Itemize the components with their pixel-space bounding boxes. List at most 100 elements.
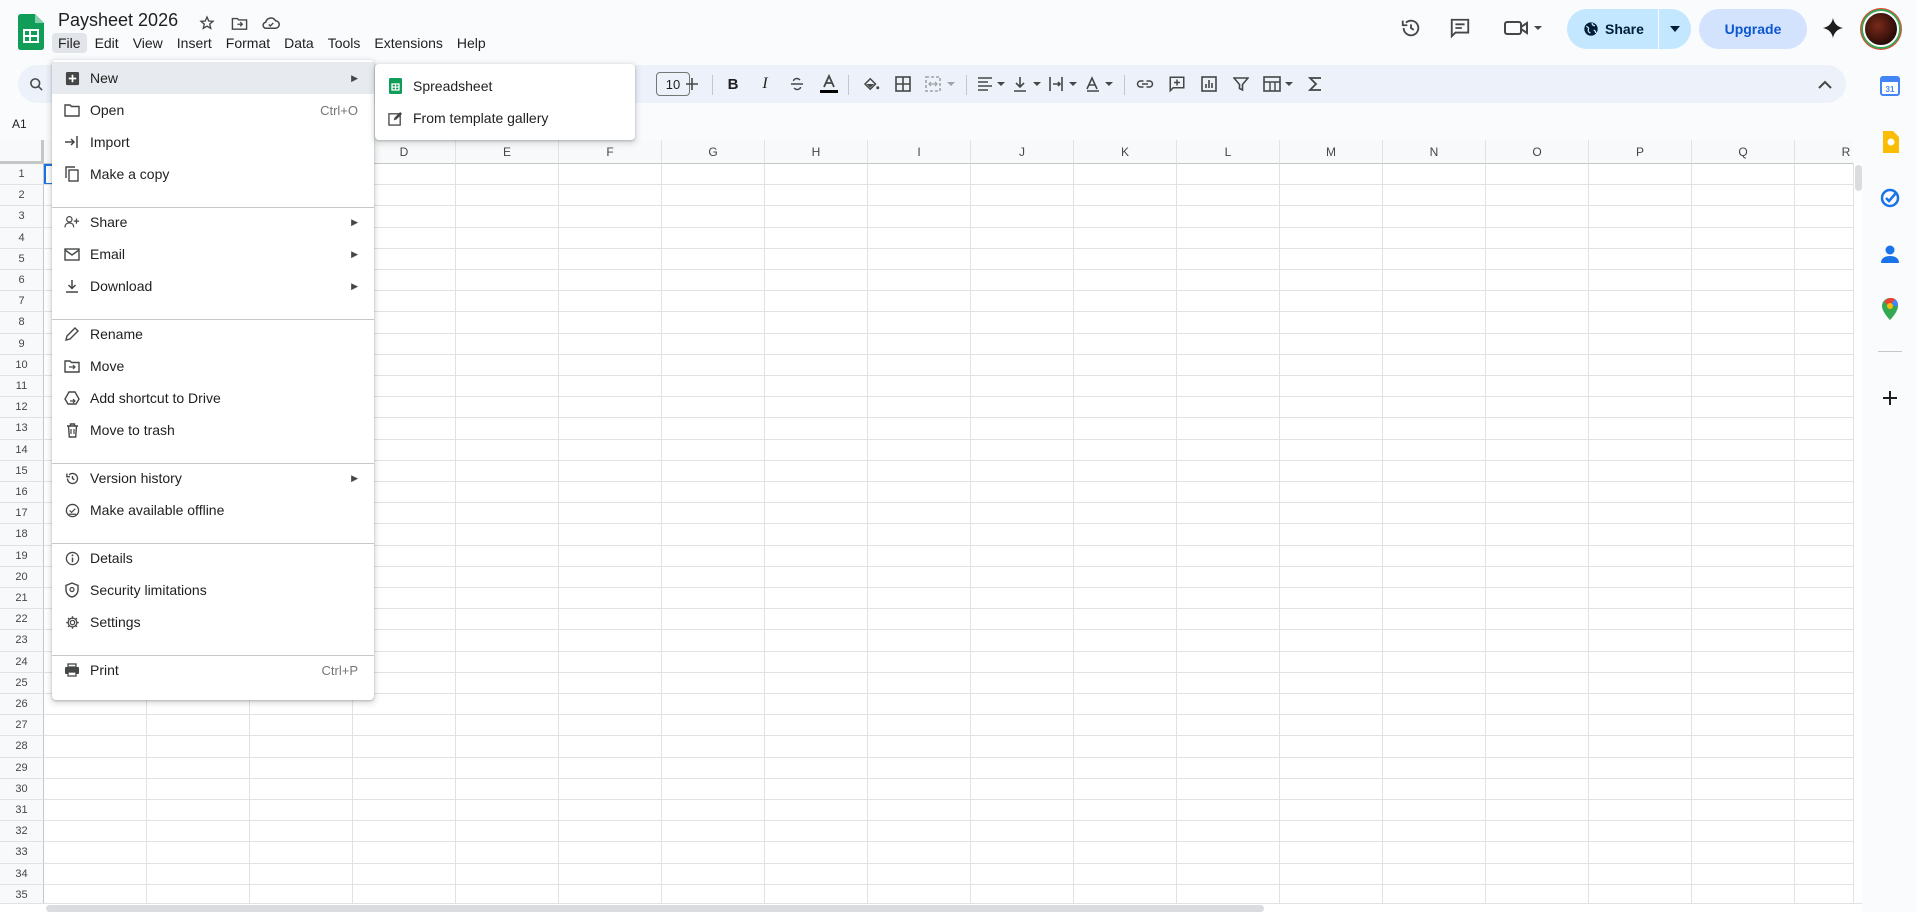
file-menu-item-version-history[interactable]: Version history ▶ <box>52 462 374 494</box>
upgrade-button[interactable]: Upgrade <box>1699 9 1807 49</box>
column-header[interactable]: G <box>662 140 765 164</box>
meet-icon[interactable] <box>1502 15 1544 41</box>
file-menu-item-settings[interactable]: Settings <box>52 606 374 638</box>
new-submenu-item-spreadsheet[interactable]: Spreadsheet <box>375 70 635 102</box>
borders-icon[interactable] <box>892 72 914 96</box>
menu-format[interactable]: Format <box>220 33 276 53</box>
row-header[interactable]: 6 <box>0 270 44 292</box>
text-color-icon[interactable] <box>818 72 840 96</box>
menu-help[interactable]: Help <box>451 33 492 53</box>
increase-font-size-icon[interactable] <box>680 72 704 96</box>
menu-edit[interactable]: Edit <box>89 33 125 53</box>
row-header[interactable]: 20 <box>0 566 44 588</box>
row-header[interactable]: 4 <box>0 227 44 249</box>
insert-link-icon[interactable] <box>1134 72 1156 96</box>
file-menu-item-security-limitations[interactable]: Security limitations <box>52 574 374 606</box>
menu-insert[interactable]: Insert <box>171 33 218 53</box>
share-dropdown-icon[interactable] <box>1659 9 1691 49</box>
account-avatar[interactable] <box>1863 11 1899 47</box>
maps-icon[interactable] <box>1879 298 1901 320</box>
filter-icon[interactable] <box>1230 72 1252 96</box>
document-title[interactable]: Paysheet 2026 <box>58 10 178 31</box>
row-header[interactable]: 5 <box>0 248 44 270</box>
cloud-saved-icon[interactable] <box>260 12 282 34</box>
row-header[interactable]: 30 <box>0 778 44 800</box>
column-header[interactable]: O <box>1486 140 1589 164</box>
row-header[interactable]: 13 <box>0 418 44 440</box>
file-menu-item-rename[interactable]: Rename <box>52 318 374 350</box>
row-header[interactable]: 14 <box>0 439 44 461</box>
table-view-icon[interactable] <box>1262 72 1296 96</box>
file-menu-item-open[interactable]: Open Ctrl+O <box>52 94 374 126</box>
file-menu-item-import[interactable]: Import <box>52 126 374 158</box>
row-header[interactable]: 27 <box>0 715 44 737</box>
row-header[interactable]: 1 <box>0 164 44 186</box>
column-header[interactable]: M <box>1280 140 1383 164</box>
file-menu-item-make-available-offline[interactable]: Make available offline <box>52 494 374 526</box>
row-header[interactable]: 33 <box>0 842 44 864</box>
calendar-icon[interactable]: 31 <box>1879 75 1901 97</box>
row-header[interactable]: 16 <box>0 482 44 504</box>
select-all-corner[interactable] <box>0 140 44 164</box>
horizontal-scrollbar[interactable] <box>0 903 1862 912</box>
row-header[interactable]: 7 <box>0 291 44 313</box>
menu-tools[interactable]: Tools <box>322 33 367 53</box>
file-menu-item-details[interactable]: Details <box>52 542 374 574</box>
strikethrough-icon[interactable] <box>786 72 808 96</box>
menu-data[interactable]: Data <box>278 33 320 53</box>
column-header[interactable]: J <box>971 140 1074 164</box>
row-header[interactable]: 21 <box>0 588 44 610</box>
keep-icon[interactable] <box>1879 131 1901 153</box>
menu-extensions[interactable]: Extensions <box>368 33 448 53</box>
vertical-scrollbar[interactable] <box>1853 163 1862 903</box>
row-header[interactable]: 18 <box>0 524 44 546</box>
file-menu-item-move-to-trash[interactable]: Move to trash <box>52 414 374 446</box>
row-header[interactable]: 34 <box>0 863 44 885</box>
italic-icon[interactable]: I <box>754 72 776 96</box>
column-header[interactable]: H <box>765 140 868 164</box>
column-header[interactable]: E <box>456 140 559 164</box>
row-header[interactable]: 2 <box>0 185 44 207</box>
row-header[interactable]: 12 <box>0 397 44 419</box>
share-button[interactable]: Share <box>1567 9 1658 49</box>
row-header[interactable]: 11 <box>0 376 44 398</box>
row-header[interactable]: 22 <box>0 609 44 631</box>
row-header[interactable]: 3 <box>0 206 44 228</box>
vertical-align-icon[interactable] <box>1012 72 1046 96</box>
collapse-toolbar-icon[interactable] <box>1814 72 1836 96</box>
row-header[interactable]: 35 <box>0 884 44 903</box>
column-header[interactable]: F <box>559 140 662 164</box>
menu-file[interactable]: File <box>52 33 87 53</box>
row-header[interactable]: 26 <box>0 694 44 716</box>
fill-color-icon[interactable] <box>860 72 882 96</box>
text-rotation-icon[interactable] <box>1084 72 1118 96</box>
insert-chart-icon[interactable] <box>1198 72 1220 96</box>
file-menu-item-new[interactable]: New ▶ <box>52 62 374 94</box>
row-header[interactable]: 23 <box>0 630 44 652</box>
row-header[interactable]: 8 <box>0 312 44 334</box>
row-header[interactable]: 32 <box>0 821 44 843</box>
sheets-logo-icon[interactable] <box>18 14 44 50</box>
file-menu-item-print[interactable]: Print Ctrl+P <box>52 654 374 686</box>
move-folder-icon[interactable] <box>228 12 250 34</box>
column-header[interactable]: K <box>1074 140 1177 164</box>
tasks-icon[interactable] <box>1879 187 1901 209</box>
column-header[interactable]: I <box>868 140 971 164</box>
column-header[interactable]: N <box>1383 140 1486 164</box>
row-header[interactable]: 10 <box>0 354 44 376</box>
row-header[interactable]: 29 <box>0 757 44 779</box>
row-header[interactable]: 24 <box>0 651 44 673</box>
horizontal-align-icon[interactable] <box>976 72 1010 96</box>
search-menus-icon[interactable] <box>24 72 48 96</box>
text-wrapping-icon[interactable] <box>1048 72 1082 96</box>
row-header[interactable]: 31 <box>0 800 44 822</box>
bold-icon[interactable]: B <box>722 72 744 96</box>
gemini-sparkle-icon[interactable] <box>1820 15 1846 41</box>
star-icon[interactable] <box>196 12 218 34</box>
row-header[interactable]: 25 <box>0 672 44 694</box>
file-menu-item-email[interactable]: Email ▶ <box>52 238 374 270</box>
row-header[interactable]: 9 <box>0 333 44 355</box>
column-header[interactable]: L <box>1177 140 1280 164</box>
horizontal-scroll-thumb[interactable] <box>46 905 1264 912</box>
merge-cells-icon[interactable] <box>924 72 958 96</box>
